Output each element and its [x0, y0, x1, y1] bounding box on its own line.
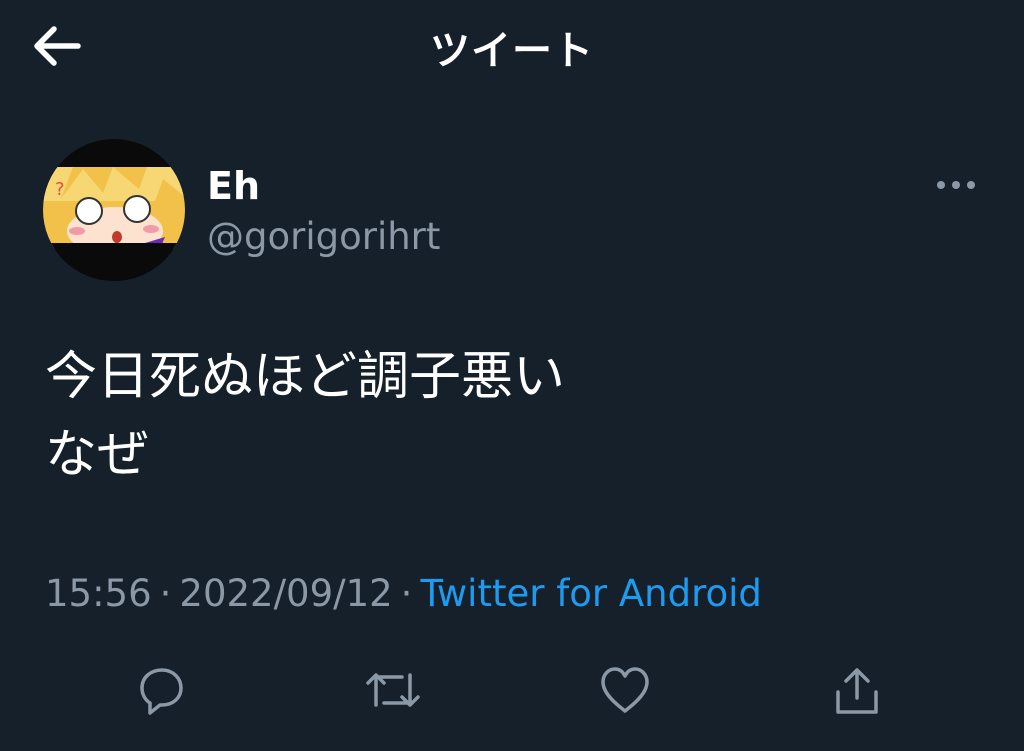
tweet-time: 15:56	[45, 572, 152, 615]
top-bar: ツイート	[0, 0, 1024, 96]
client-link[interactable]: Twitter for Android	[420, 572, 761, 615]
share-icon	[836, 668, 878, 714]
tweet-line: 今日死ぬほど調子悪い	[45, 347, 566, 407]
reply-icon	[140, 668, 183, 715]
tweet-text: 今日死ぬほど調子悪い なぜ	[45, 338, 565, 494]
anime-avatar-icon: ?	[43, 139, 185, 281]
tweet-line: なぜ	[45, 425, 150, 485]
avatar[interactable]: ?	[43, 139, 185, 281]
page-title: ツイート	[430, 28, 594, 74]
tweet-metadata: 15:56 · 2022/09/12 · Twitter for Android	[45, 572, 762, 615]
tweet-date: 2022/09/12	[179, 572, 393, 615]
share-button[interactable]	[822, 655, 892, 725]
like-icon	[601, 667, 649, 713]
reply-button[interactable]	[126, 655, 196, 725]
more-options-button[interactable]	[926, 166, 986, 204]
meta-separator: ·	[159, 572, 172, 615]
display-name[interactable]: Eh	[207, 164, 260, 208]
svg-text:?: ?	[55, 179, 65, 200]
retweet-icon	[366, 673, 420, 707]
like-button[interactable]	[590, 655, 660, 725]
user-handle[interactable]: @gorigorihrt	[207, 215, 440, 258]
meta-separator: ·	[400, 572, 413, 615]
more-icon	[937, 181, 975, 189]
action-bar	[0, 655, 1024, 725]
retweet-button[interactable]	[358, 655, 428, 725]
